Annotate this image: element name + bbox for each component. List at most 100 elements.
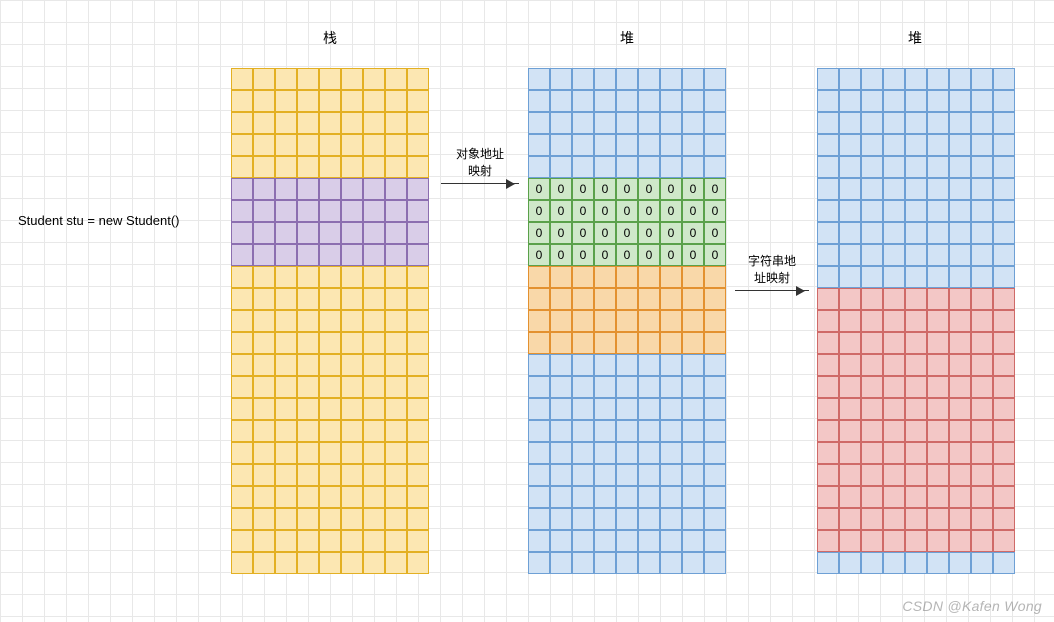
memory-cell: [550, 442, 572, 464]
memory-cell: [341, 552, 363, 574]
memory-cell: [704, 112, 726, 134]
memory-cell: 0: [660, 222, 682, 244]
memory-cell: [594, 156, 616, 178]
memory-cell: [363, 442, 385, 464]
memory-cell: [528, 134, 550, 156]
memory-cell: [616, 288, 638, 310]
memory-cell: [253, 376, 275, 398]
memory-cell: [616, 354, 638, 376]
memory-cell: [839, 530, 861, 552]
memory-cell: [407, 134, 429, 156]
memory-cell: [231, 310, 253, 332]
memory-cell: [861, 266, 883, 288]
memory-cell: [839, 156, 861, 178]
memory-cell: [704, 420, 726, 442]
memory-cell: [363, 112, 385, 134]
memory-cell: [297, 134, 319, 156]
memory-cell: [231, 244, 253, 266]
memory-cell: [253, 90, 275, 112]
memory-cell: [550, 508, 572, 530]
memory-cell: [275, 222, 297, 244]
memory-cell: [275, 552, 297, 574]
memory-cell: [883, 288, 905, 310]
title-stack: 栈: [300, 28, 360, 48]
memory-cell: [949, 376, 971, 398]
memory-cell: [905, 442, 927, 464]
memory-cell: [407, 442, 429, 464]
memory-cell: [231, 354, 253, 376]
memory-cell: [971, 442, 993, 464]
memory-cell: 0: [638, 200, 660, 222]
memory-cell: [660, 442, 682, 464]
memory-cell: [839, 90, 861, 112]
memory-cell: [883, 266, 905, 288]
memory-cell: [949, 90, 971, 112]
memory-cell: [385, 134, 407, 156]
memory-cell: [839, 464, 861, 486]
memory-cell: [993, 376, 1015, 398]
memory-cell: [905, 200, 927, 222]
memory-cell: [253, 486, 275, 508]
memory-cell: [971, 178, 993, 200]
memory-cell: [839, 134, 861, 156]
memory-cell: [550, 266, 572, 288]
memory-cell: [407, 222, 429, 244]
memory-cell: [253, 156, 275, 178]
memory-cell: [704, 530, 726, 552]
memory-cell: [861, 178, 883, 200]
memory-cell: [550, 288, 572, 310]
memory-cell: [297, 288, 319, 310]
memory-cell: [385, 486, 407, 508]
memory-cell: [341, 442, 363, 464]
memory-cell: [341, 134, 363, 156]
memory-cell: [927, 310, 949, 332]
memory-cell: [704, 442, 726, 464]
memory-cell: [905, 486, 927, 508]
memory-cell: [883, 310, 905, 332]
memory-cell: [660, 464, 682, 486]
memory-cell: 0: [616, 200, 638, 222]
memory-cell: [297, 156, 319, 178]
memory-cell: [861, 530, 883, 552]
memory-cell: [704, 464, 726, 486]
memory-cell: [682, 112, 704, 134]
memory-cell: [319, 90, 341, 112]
memory-cell: 0: [572, 178, 594, 200]
memory-cell: [363, 464, 385, 486]
memory-cell: [905, 354, 927, 376]
memory-cell: [682, 310, 704, 332]
memory-cell: [572, 134, 594, 156]
arrow-label: 映射: [468, 162, 492, 179]
arrow-label: 对象地址: [456, 145, 504, 162]
memory-cell: [817, 156, 839, 178]
memory-cell: [616, 530, 638, 552]
memory-cell: [253, 530, 275, 552]
memory-cell: [341, 354, 363, 376]
memory-cell: [319, 464, 341, 486]
memory-cell: [993, 156, 1015, 178]
memory-cell: [253, 244, 275, 266]
memory-cell: [363, 332, 385, 354]
memory-cell: [385, 354, 407, 376]
memory-cell: [275, 134, 297, 156]
memory-cell: [861, 244, 883, 266]
memory-cell: [638, 376, 660, 398]
memory-cell: [528, 486, 550, 508]
memory-cell: [638, 134, 660, 156]
memory-cell: [550, 530, 572, 552]
memory-cell: [993, 200, 1015, 222]
memory-cell: [638, 68, 660, 90]
memory-cell: [572, 398, 594, 420]
memory-cell: [949, 222, 971, 244]
memory-cell: [363, 530, 385, 552]
memory-cell: [704, 68, 726, 90]
memory-cell: [297, 464, 319, 486]
memory-cell: [385, 552, 407, 574]
memory-cell: [231, 222, 253, 244]
memory-cell: [572, 266, 594, 288]
memory-cell: [949, 332, 971, 354]
memory-cell: [927, 68, 949, 90]
memory-cell: [572, 442, 594, 464]
memory-cell: [971, 266, 993, 288]
memory-cell: [660, 134, 682, 156]
